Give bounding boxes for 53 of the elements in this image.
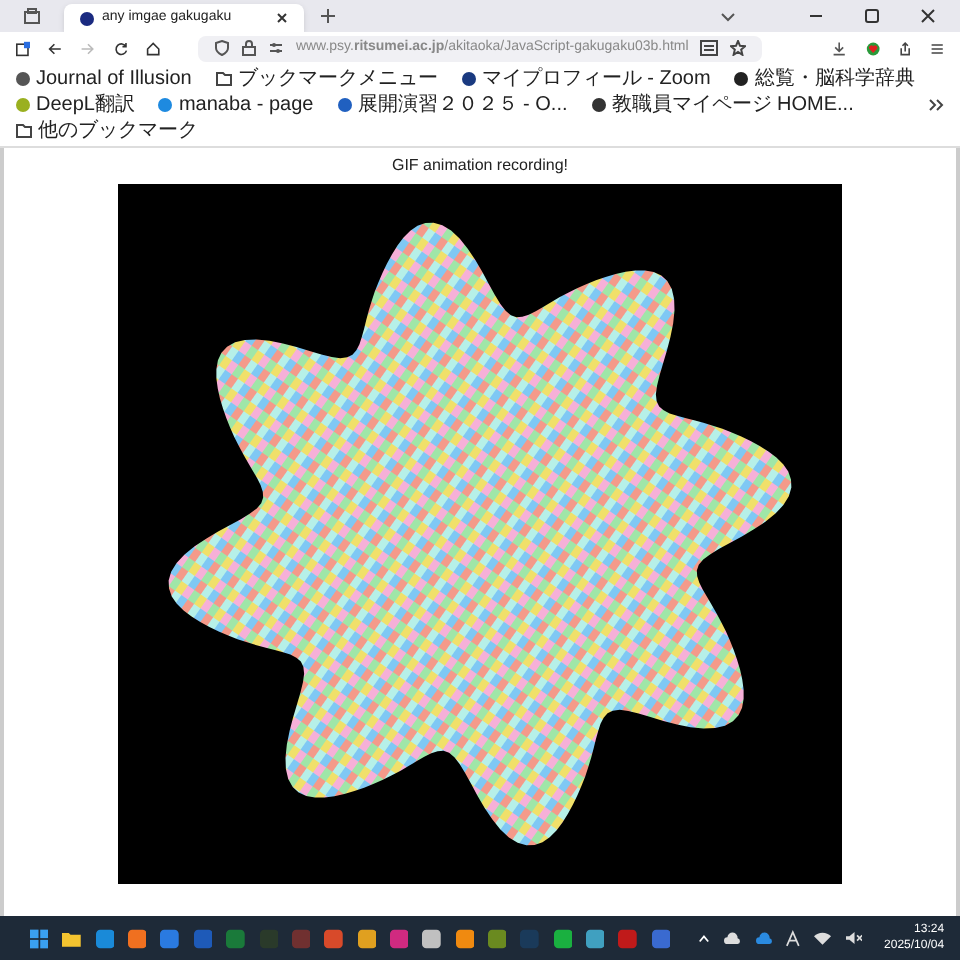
bookmark-item[interactable]: manaba - page [158,92,314,118]
app-icon[interactable] [553,927,573,949]
tab-list-icon[interactable] [24,8,40,24]
maximize-icon[interactable] [864,8,880,24]
bookmark-item[interactable]: ブックマークメニュー [215,66,438,92]
permissions-icon [267,40,284,56]
home-icon[interactable] [145,39,160,57]
app-icon[interactable] [586,927,605,949]
lock-icon [241,40,256,56]
wifi-icon[interactable] [813,930,831,946]
site-icon [461,72,476,86]
app-icon[interactable] [128,927,147,949]
start-icon[interactable] [30,927,49,949]
chevron-down-icon[interactable] [720,8,736,24]
site-icon [337,98,352,112]
bookmark-item[interactable]: Journal of Illusion [16,66,192,92]
app-icon[interactable] [324,927,344,949]
back-icon[interactable] [48,39,63,57]
site-icon [734,72,749,86]
bookmark-item[interactable]: 展開演習２０２５ - O... [337,92,568,118]
site-icon [158,98,173,112]
extension-icon[interactable] [865,39,880,57]
speaker-icon[interactable] [845,930,863,946]
app-icon[interactable] [95,927,115,949]
app-icon[interactable] [422,927,442,949]
bookmark-item[interactable]: 教職員マイページ HOME... [591,92,854,118]
menu-icon[interactable] [929,39,945,57]
close-icon[interactable] [276,12,288,24]
reload-icon[interactable] [113,39,128,57]
plus-icon[interactable] [320,8,336,24]
bookmark-item[interactable]: 他のブックマーク [16,118,198,144]
close-icon[interactable] [920,8,936,24]
folder-icon [16,124,32,138]
shield-icon [213,40,230,56]
app-icon[interactable] [160,927,180,949]
chevron-up-icon[interactable] [698,931,711,945]
ime-icon[interactable] [786,929,800,947]
sidebar-icon[interactable] [16,39,31,57]
share-icon[interactable] [897,39,912,57]
folder-icon[interactable] [62,927,82,949]
bookmark-item[interactable]: 総覧・脳科学辞典 [734,66,915,92]
app-icon[interactable] [455,927,475,949]
star-icon[interactable] [730,40,747,56]
site-icon [591,98,606,112]
page-heading: GIF animation recording! [391,154,569,178]
chevron-right-icon[interactable] [928,98,944,112]
bookmark-item[interactable]: マイプロフィール - Zoom [461,66,711,92]
app-icon[interactable] [488,927,507,949]
reader-view-icon[interactable] [700,40,719,56]
bookmark-item[interactable]: DeepL翻訳 [16,92,135,118]
download-icon[interactable] [832,39,847,57]
folder-icon [215,72,232,86]
app-icon[interactable] [357,927,376,949]
